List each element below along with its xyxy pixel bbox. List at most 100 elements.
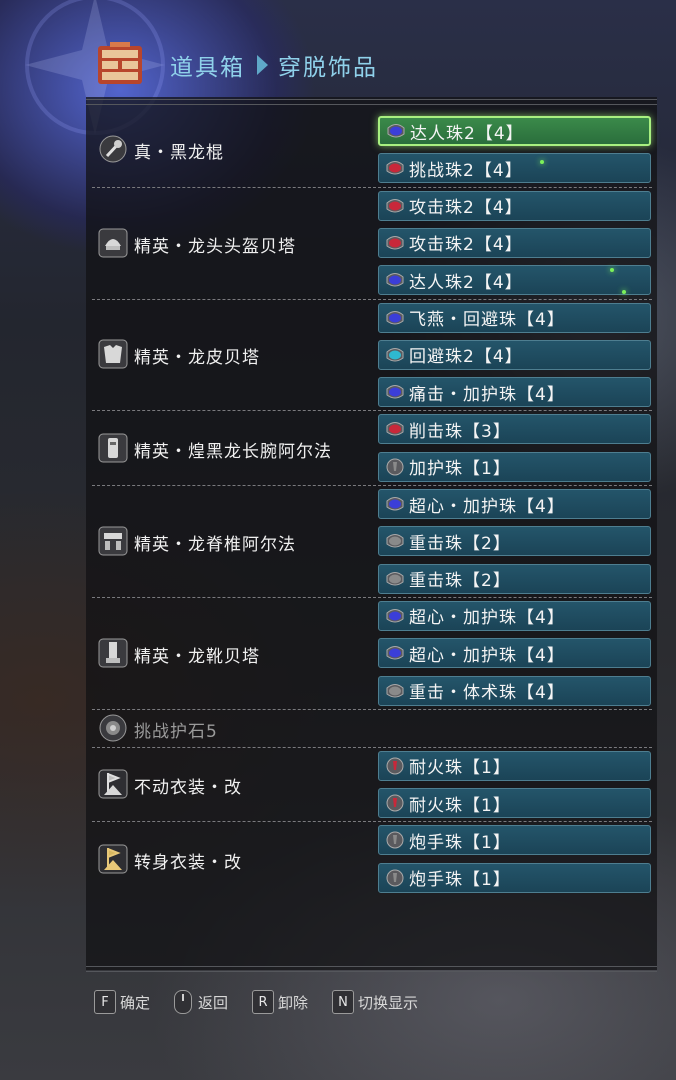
decoration-jewel-icon bbox=[385, 532, 405, 550]
back-control[interactable]: 返回 bbox=[174, 990, 228, 1014]
decoration-slot[interactable]: 耐火珠【1】 bbox=[378, 750, 651, 781]
breadcrumb-current-page: 穿脱饰品 bbox=[278, 55, 378, 81]
arm-armor-icon bbox=[98, 433, 128, 463]
decoration-slot[interactable]: 耐火珠【1】 bbox=[378, 788, 651, 819]
decoration-label: 痛击・加护珠【4】 bbox=[409, 384, 565, 405]
decoration-label: 超心・加护珠【4】 bbox=[409, 496, 565, 517]
equipment-name: 精英・龙脊椎阿尔法 bbox=[134, 534, 296, 555]
equipment-group[interactable]: 真・黑龙棍 bbox=[92, 112, 378, 187]
equipment-group[interactable]: 精英・龙脊椎阿尔法 bbox=[92, 485, 378, 597]
equipment-name: 精英・龙皮贝塔 bbox=[134, 348, 260, 369]
decoration-slot[interactable]: 削击珠【3】 bbox=[378, 414, 651, 445]
equipment-group[interactable]: 精英・煌黑龙长腕阿尔法 bbox=[92, 410, 378, 485]
decoration-jewel-icon bbox=[385, 682, 405, 700]
decoration-jewel-icon bbox=[385, 346, 405, 364]
equipment-group[interactable]: 挑战护石5 bbox=[92, 709, 378, 747]
footer-controls: F 确定 返回 R 卸除 N 切换显示 bbox=[94, 990, 442, 1014]
decoration-slot[interactable]: 痛击・加护珠【4】 bbox=[378, 377, 651, 408]
breadcrumb-arrow-icon bbox=[257, 55, 268, 75]
decoration-label: 耐火珠【1】 bbox=[409, 795, 511, 816]
confirm-control[interactable]: F 确定 bbox=[94, 990, 150, 1014]
toggle-key: N bbox=[332, 990, 355, 1014]
equipment-group[interactable]: 不动衣装・改 bbox=[92, 747, 378, 822]
equipment-name: 精英・煌黑龙长腕阿尔法 bbox=[134, 441, 332, 462]
decoration-slot[interactable]: 回避珠2【4】 bbox=[378, 339, 651, 370]
decoration-jewel-icon bbox=[385, 607, 405, 625]
decoration-jewel-icon bbox=[385, 495, 405, 513]
equipment-name: 精英・龙靴贝塔 bbox=[134, 646, 260, 667]
equipment-group[interactable]: 精英・龙皮贝塔 bbox=[92, 299, 378, 411]
decoration-slot[interactable]: 超心・加护珠【4】 bbox=[378, 638, 651, 669]
decoration-slot[interactable]: 攻击珠2【4】 bbox=[378, 227, 651, 258]
decoration-slot[interactable]: 超心・加护珠【4】 bbox=[378, 489, 651, 519]
decoration-jewel-icon bbox=[385, 794, 405, 812]
mouse-icon bbox=[174, 990, 193, 1014]
decoration-label: 炮手珠【1】 bbox=[409, 870, 511, 891]
decoration-label: 达人珠2【4】 bbox=[409, 272, 523, 293]
decoration-jewel-icon bbox=[385, 159, 405, 177]
decoration-label: 耐火珠【1】 bbox=[409, 758, 511, 779]
toggle-display-control[interactable]: N 切换显示 bbox=[332, 990, 418, 1014]
decoration-label: 攻击珠2【4】 bbox=[409, 235, 523, 256]
header-breadcrumb: 道具箱 穿脱饰品 bbox=[96, 40, 378, 90]
decoration-jewel-icon bbox=[385, 197, 405, 215]
decoration-label: 重击・体术珠【4】 bbox=[409, 683, 565, 703]
sparkle-particle bbox=[610, 268, 614, 272]
confirm-key: F bbox=[94, 990, 116, 1014]
decoration-slot[interactable]: 攻击珠2【4】 bbox=[378, 190, 651, 221]
back-label: 返回 bbox=[198, 993, 229, 1012]
sparkle-particle bbox=[540, 160, 544, 164]
decoration-slot[interactable]: 达人珠2【4】 bbox=[378, 116, 651, 146]
decoration-slot[interactable]: 超心・加护珠【4】 bbox=[378, 600, 651, 631]
decoration-jewel-icon bbox=[385, 383, 405, 401]
equipment-name: 不动衣装・改 bbox=[134, 778, 242, 799]
decoration-slot[interactable]: 重击珠【2】 bbox=[378, 526, 651, 557]
decoration-jewel-icon bbox=[385, 234, 405, 252]
decoration-jewel-icon bbox=[385, 458, 405, 476]
weapon-icon bbox=[98, 134, 128, 164]
toggle-label: 切换显示 bbox=[358, 993, 419, 1012]
remove-key: R bbox=[252, 990, 275, 1014]
decoration-jewel-icon bbox=[385, 271, 405, 289]
decoration-slot[interactable]: 重击・体术珠【4】 bbox=[378, 675, 651, 706]
decoration-label: 超心・加护珠【4】 bbox=[409, 608, 565, 629]
decoration-jewel-icon bbox=[385, 644, 405, 662]
decoration-label: 飞燕・回避珠【4】 bbox=[409, 310, 565, 330]
remove-control[interactable]: R 卸除 bbox=[252, 990, 308, 1014]
decoration-label: 削击珠【3】 bbox=[409, 421, 511, 442]
sparkle-particle bbox=[622, 290, 626, 294]
decoration-slot[interactable]: 重击珠【2】 bbox=[378, 563, 651, 594]
equipment-group[interactable]: 精英・龙头头盔贝塔 bbox=[92, 187, 378, 299]
decoration-slot[interactable]: 炮手珠【1】 bbox=[378, 862, 651, 893]
decoration-label: 超心・加护珠【4】 bbox=[409, 645, 565, 666]
decoration-slot[interactable]: 飞燕・回避珠【4】 bbox=[378, 302, 651, 333]
decoration-label: 攻击珠2【4】 bbox=[409, 198, 523, 219]
decoration-slot[interactable]: 挑战珠2【4】 bbox=[378, 153, 651, 184]
chest-armor-icon bbox=[98, 339, 128, 369]
decoration-jewel-icon bbox=[385, 869, 405, 887]
decoration-label: 回避珠2【4】 bbox=[409, 347, 523, 368]
decoration-jewel-icon bbox=[385, 420, 405, 438]
item-box-icon bbox=[98, 42, 142, 84]
decoration-slot[interactable]: 加护珠【1】 bbox=[378, 451, 651, 482]
decoration-label: 达人珠2【4】 bbox=[410, 123, 524, 144]
decoration-label: 加护珠【1】 bbox=[409, 459, 511, 480]
equipment-name: 挑战护石5 bbox=[134, 721, 218, 742]
leg-armor-icon bbox=[98, 638, 128, 668]
decoration-label: 挑战珠2【4】 bbox=[409, 160, 523, 181]
panel-top-border bbox=[86, 99, 657, 105]
decoration-slot[interactable]: 炮手珠【1】 bbox=[378, 825, 651, 856]
mantle-gold-icon bbox=[98, 844, 128, 874]
panel-bottom-border bbox=[86, 966, 657, 972]
breadcrumb-item-box[interactable]: 道具箱 bbox=[170, 48, 245, 82]
equipment-group[interactable]: 转身衣装・改 bbox=[92, 821, 378, 896]
equipment-name: 精英・龙头头盔贝塔 bbox=[134, 236, 296, 257]
decoration-jewel-icon bbox=[386, 122, 406, 140]
decoration-label: 重击珠【2】 bbox=[409, 571, 511, 592]
equipment-group[interactable]: 精英・龙靴贝塔 bbox=[92, 597, 378, 709]
equipment-name: 转身衣装・改 bbox=[134, 852, 242, 873]
decoration-label: 炮手珠【1】 bbox=[409, 832, 511, 853]
decoration-jewel-icon bbox=[385, 309, 405, 327]
remove-label: 卸除 bbox=[278, 993, 309, 1012]
charm-icon bbox=[98, 713, 128, 743]
